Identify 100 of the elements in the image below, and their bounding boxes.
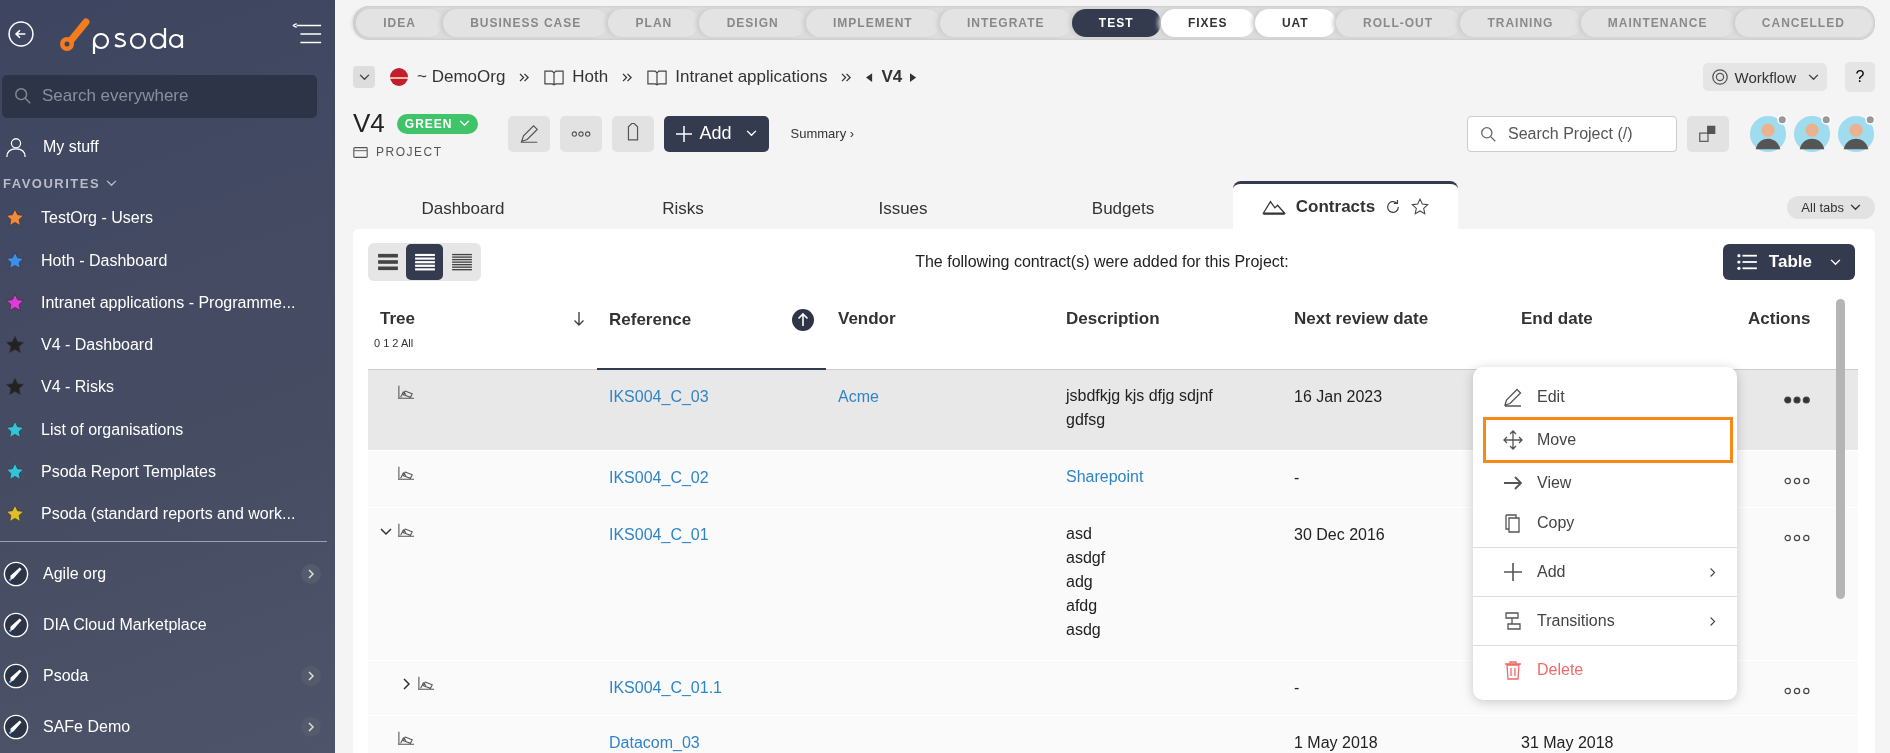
refresh-icon[interactable] (1385, 198, 1402, 215)
column-header[interactable]: Description (1066, 309, 1160, 329)
favourite-link[interactable]: V4 - Risks (41, 378, 114, 397)
favourites-heading[interactable]: FAVOURITES (3, 176, 101, 192)
column-header[interactable]: Vendor (838, 309, 896, 329)
menu-item[interactable]: Add (1473, 552, 1737, 592)
next-icon[interactable] (910, 72, 918, 82)
favourite-link[interactable]: Psoda (standard reports and work... (41, 505, 296, 524)
chevron-right-icon[interactable] (400, 678, 412, 690)
organisation-item[interactable]: Agile org (0, 548, 335, 600)
avatar-icon[interactable] (1837, 114, 1875, 153)
lines-icon (413, 253, 436, 271)
plus-icon (1503, 562, 1523, 582)
menu-item[interactable]: Copy (1473, 503, 1737, 543)
caret-icon (1850, 204, 1861, 211)
search-icon (1480, 125, 1497, 143)
next-review-date: 16 Jan 2023 (1294, 388, 1383, 406)
view-mode-button[interactable]: Table (1722, 244, 1855, 280)
breadcrumb-link[interactable]: ~ DemoOrg (417, 67, 506, 87)
workflow-button[interactable]: Workflow (1702, 63, 1827, 91)
caret-icon (745, 130, 757, 137)
tab[interactable]: Risks (573, 199, 793, 229)
menu-item[interactable]: Transitions (1473, 601, 1737, 641)
user-icon (5, 136, 27, 158)
star-outline-icon[interactable] (1411, 197, 1430, 216)
favourite-link[interactable]: Psoda Report Templates (41, 462, 216, 481)
more-button[interactable] (559, 115, 602, 152)
my-stuff-link[interactable]: My stuff (43, 138, 99, 156)
back-icon[interactable] (8, 21, 34, 48)
tab[interactable]: Issues (793, 199, 1013, 229)
tab[interactable]: Budgets (1013, 199, 1233, 229)
intro-text: The following contract(s) were added for this Project: (914, 253, 1290, 271)
reference-link[interactable]: IKS004_C_01.1 (609, 679, 722, 697)
summary-link[interactable]: Summary › (790, 126, 855, 141)
tab[interactable]: Contracts (1233, 181, 1458, 229)
project-search-field[interactable]: Search Project (/) (1467, 115, 1677, 152)
reference-link[interactable]: IKS004_C_02 (609, 469, 709, 487)
breadcrumb-link[interactable]: Intranet applications (675, 67, 828, 87)
chevron-down-icon[interactable] (380, 525, 392, 537)
avatar-icon[interactable] (1749, 114, 1787, 153)
more-actions-icon[interactable] (1784, 687, 1810, 695)
search-field[interactable]: Search everywhere (2, 74, 317, 118)
density-button[interactable] (406, 244, 443, 280)
help-button[interactable]: ? (1845, 62, 1875, 92)
more-actions-icon[interactable] (1784, 534, 1810, 542)
previous-icon[interactable] (866, 72, 874, 82)
column-header[interactable]: Reference (609, 310, 692, 330)
favourite-link[interactable]: List of organisations (41, 420, 184, 439)
menu-item[interactable]: Move (1483, 417, 1733, 463)
stage-pill[interactable]: FIXES (1160, 9, 1255, 37)
organisation-item[interactable]: DIA Cloud Marketplace (0, 599, 335, 651)
sort-arrow-icon[interactable] (573, 311, 585, 327)
more-actions-icon[interactable] (1784, 396, 1810, 404)
column-header[interactable]: Actions (1748, 309, 1811, 329)
description-link[interactable]: Sharepoint (1066, 465, 1144, 489)
double-chevron-icon (622, 72, 634, 82)
transitions-icon (1503, 611, 1523, 631)
column-header[interactable]: End date (1521, 309, 1593, 329)
reference-link[interactable]: IKS004_C_01 (609, 526, 709, 544)
workflow-icon (1710, 68, 1729, 86)
calendar-icon (353, 146, 368, 158)
organisation-icon (389, 67, 409, 87)
tree-level-links[interactable]: 0 1 2 All (368, 329, 420, 349)
project-type-label: PROJECT (376, 145, 443, 159)
reference-link[interactable]: Datacom_03 (609, 734, 700, 752)
add-button[interactable]: Add (663, 115, 769, 152)
column-header[interactable]: Next review date (1294, 309, 1429, 329)
organisation-item[interactable]: SAFe Demo (0, 701, 335, 753)
scrollbar[interactable] (1836, 299, 1845, 599)
copy-icon (1503, 513, 1523, 533)
more-icon (570, 129, 591, 138)
caret-icon (1830, 258, 1841, 266)
tag-button[interactable] (611, 115, 654, 152)
stage-pill[interactable]: TEST (1071, 9, 1161, 37)
tab[interactable]: Dashboard (353, 199, 573, 229)
description-text: jsbdfkjg kjs dfjg sdjnf gdfsg (1066, 386, 1213, 430)
breadcrumb-link[interactable]: Hoth (572, 67, 609, 87)
more-actions-icon[interactable] (1784, 477, 1810, 485)
column-header[interactable]: Tree (380, 309, 415, 329)
favourite-link[interactable]: TestOrg - Users (41, 209, 153, 228)
description-text: asd asdgf adg afdg asdg (1066, 524, 1106, 640)
menu-item[interactable]: Edit (1473, 377, 1737, 417)
favourite-link[interactable]: Intranet applications - Programme... (41, 293, 296, 312)
double-chevron-icon (519, 72, 531, 82)
project-title: V4 (353, 108, 385, 139)
chevron-down-icon (358, 73, 370, 81)
organisation-item[interactable]: Psoda (0, 650, 335, 702)
stage-pill[interactable]: UAT (1254, 9, 1336, 37)
edit-button[interactable] (507, 115, 550, 152)
menu-item[interactable]: View (1473, 463, 1737, 503)
collapse-menu-icon[interactable] (291, 23, 323, 46)
chevron-down-icon (106, 180, 118, 188)
favourite-link[interactable]: V4 - Dashboard (41, 336, 154, 355)
dropdown-button[interactable] (353, 66, 375, 88)
next-review-date: - (1294, 679, 1300, 697)
favourite-link[interactable]: Hoth - Dashboard (41, 251, 168, 270)
avatar-icon[interactable] (1793, 114, 1831, 153)
switch-view-button[interactable] (1687, 115, 1729, 152)
all-tabs-button[interactable]: All tabs (1787, 196, 1875, 219)
sort-ascending-icon[interactable] (792, 309, 814, 331)
